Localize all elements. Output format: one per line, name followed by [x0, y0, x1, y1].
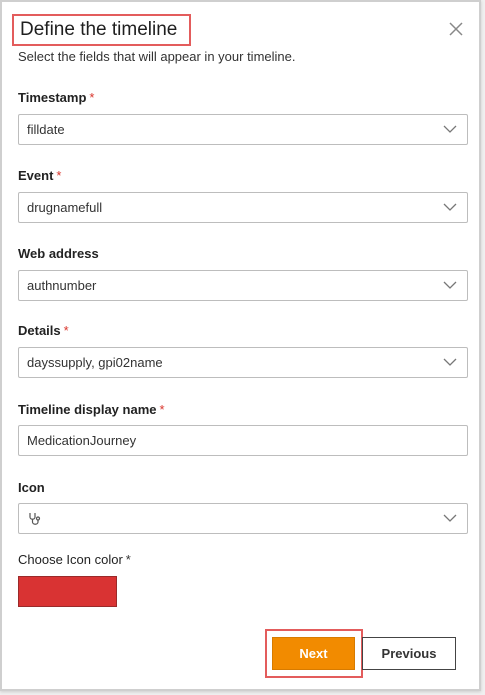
display-name-value: MedicationJourney [27, 433, 137, 448]
title-highlight: Define the timeline [12, 14, 191, 46]
timestamp-label: Timestamp * [18, 90, 94, 105]
icon-color-swatch[interactable] [18, 576, 117, 607]
display-name-label: Timeline display name * [18, 402, 165, 417]
event-label-text: Event [18, 168, 54, 183]
display-name-label-text: Timeline display name [18, 402, 157, 417]
icon-color-label: Choose Icon color * [18, 552, 131, 567]
required-marker: * [125, 552, 131, 567]
chevron-down-icon [443, 358, 457, 366]
chevron-down-icon [443, 281, 457, 289]
timestamp-value: filldate [27, 122, 65, 137]
web-address-value: authnumber [27, 278, 97, 293]
icon-label: Icon [18, 480, 45, 495]
timestamp-select[interactable]: filldate [18, 114, 468, 145]
stethoscope-icon [29, 513, 41, 525]
details-label-text: Details [18, 323, 61, 338]
display-name-input[interactable]: MedicationJourney [18, 425, 468, 456]
chevron-down-icon [443, 514, 457, 522]
event-label: Event * [18, 168, 61, 183]
chevron-down-icon [443, 125, 457, 133]
web-address-select[interactable]: authnumber [18, 270, 468, 301]
icon-select[interactable] [18, 503, 468, 534]
icon-color-label-text: Choose Icon color [18, 552, 123, 567]
web-address-label-text: Web address [18, 246, 99, 261]
web-address-label: Web address [18, 246, 99, 261]
required-marker: * [56, 168, 62, 183]
dialog-subtitle: Select the fields that will appear in yo… [18, 49, 296, 64]
dialog-title: Define the timeline [20, 19, 178, 40]
previous-button[interactable]: Previous [362, 637, 456, 670]
details-label: Details * [18, 323, 69, 338]
required-marker: * [89, 90, 95, 105]
required-marker: * [159, 402, 165, 417]
close-icon[interactable] [447, 20, 465, 38]
timestamp-label-text: Timestamp [18, 90, 87, 105]
details-value: dayssupply, gpi02name [27, 355, 163, 370]
details-select[interactable]: dayssupply, gpi02name [18, 347, 468, 378]
chevron-down-icon [443, 203, 457, 211]
event-value: drugnamefull [27, 200, 103, 215]
required-marker: * [63, 323, 69, 338]
event-select[interactable]: drugnamefull [18, 192, 468, 223]
next-button[interactable]: Next [272, 637, 355, 670]
timeline-dialog: Define the timeline Select the fields th… [0, 0, 481, 691]
icon-label-text: Icon [18, 480, 45, 495]
